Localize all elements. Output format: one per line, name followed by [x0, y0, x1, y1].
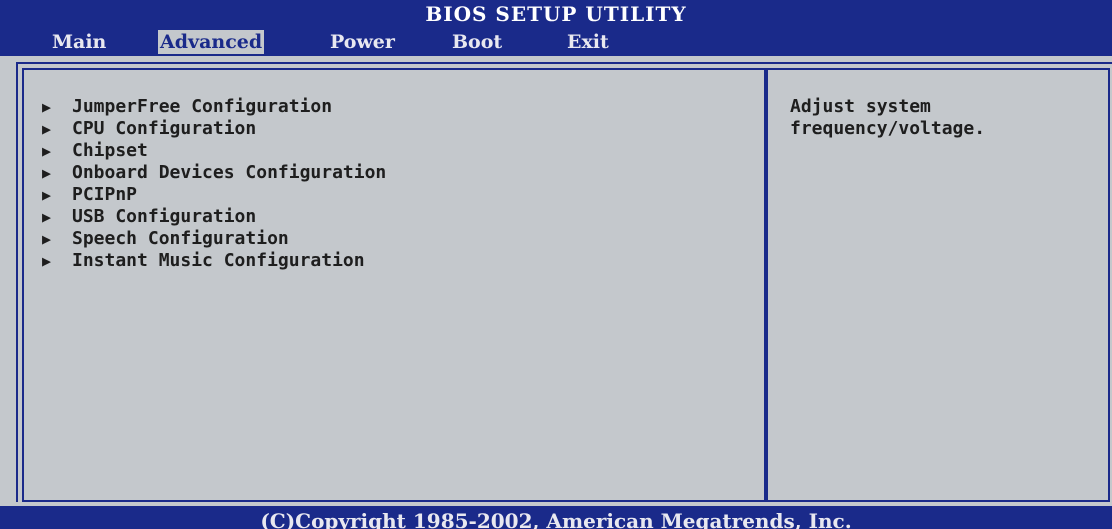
triangle-right-icon: ▶ [42, 230, 52, 248]
menu-item-label: CPU Configuration [72, 118, 257, 139]
menu-item-pcipnp[interactable]: ▶ PCIPnP [42, 184, 386, 206]
main-frame: ▶ JumperFree Configuration ▶ CPU Configura… [16, 62, 1112, 502]
menu-item-instant-music[interactable]: ▶ Instant Music Configuration [42, 250, 386, 272]
triangle-right-icon: ▶ [42, 120, 52, 138]
help-text: Adjust system frequency/voltage. [790, 96, 986, 139]
copyright-footer: (C)Copyright 1985-2002, American Megatre… [0, 506, 1112, 529]
menu-item-onboard-devices[interactable]: ▶ Onboard Devices Configuration [42, 162, 386, 184]
help-panel: Adjust system frequency/voltage. [766, 68, 1110, 502]
menu-item-usb[interactable]: ▶ USB Configuration [42, 206, 386, 228]
triangle-right-icon: ▶ [42, 208, 52, 226]
menu-item-label: PCIPnP [72, 184, 138, 205]
menu-item-jumperfree[interactable]: ▶ JumperFree Configuration [42, 96, 386, 118]
menu-panel: ▶ JumperFree Configuration ▶ CPU Configura… [22, 68, 766, 502]
menu-list: ▶ JumperFree Configuration ▶ CPU Configura… [42, 96, 386, 272]
triangle-right-icon: ▶ [42, 164, 52, 182]
menu-item-label: Speech Configuration [72, 228, 289, 249]
tab-advanced[interactable]: Advanced [158, 30, 265, 54]
menu-item-label: Onboard Devices Configuration [72, 162, 387, 183]
tab-main[interactable]: Main [50, 30, 108, 54]
triangle-right-icon: ▶ [42, 142, 52, 160]
tab-boot[interactable]: Boot [450, 30, 504, 54]
top-bar: BIOS SETUP UTILITY Main Advanced Power B… [0, 0, 1112, 56]
triangle-right-icon: ▶ [42, 252, 52, 270]
tab-bar: Main Advanced Power Boot Exit [0, 28, 1112, 56]
bios-title: BIOS SETUP UTILITY [425, 2, 687, 26]
triangle-right-icon: ▶ [42, 186, 52, 204]
menu-item-label: Instant Music Configuration [72, 250, 365, 271]
menu-item-label: JumperFree Configuration [72, 96, 333, 117]
tab-power[interactable]: Power [328, 30, 397, 54]
triangle-right-icon: ▶ [42, 98, 52, 116]
menu-item-label: Chipset [72, 140, 148, 161]
tab-exit[interactable]: Exit [565, 30, 611, 54]
menu-item-cpu[interactable]: ▶ CPU Configuration [42, 118, 386, 140]
menu-item-chipset[interactable]: ▶ Chipset [42, 140, 386, 162]
menu-item-label: USB Configuration [72, 206, 257, 227]
menu-item-speech[interactable]: ▶ Speech Configuration [42, 228, 386, 250]
